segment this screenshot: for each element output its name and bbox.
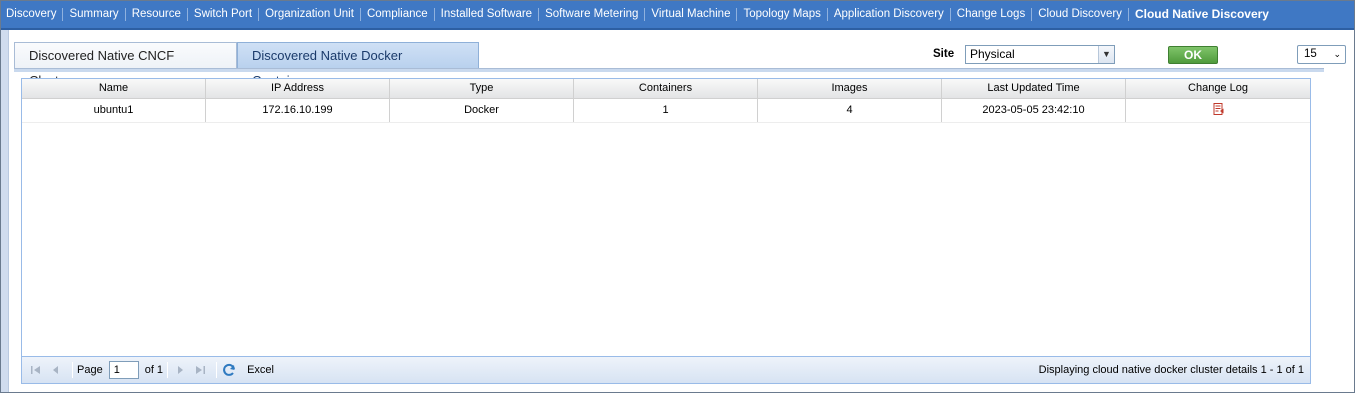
cell-containers: 1	[574, 99, 758, 122]
column-header-containers[interactable]: Containers	[574, 79, 758, 99]
left-panel-edge	[1, 30, 9, 392]
site-label: Site	[933, 48, 955, 60]
cell-images: 4	[758, 99, 942, 122]
nav-software-metering[interactable]: Software Metering	[538, 8, 644, 21]
page-size-select[interactable]: 15 ⌄	[1297, 45, 1346, 64]
tab-docker-containers[interactable]: Discovered Native Docker Containers	[237, 42, 479, 88]
nav-discovery[interactable]: Discovery	[6, 8, 62, 21]
change-log-icon[interactable]	[1213, 103, 1224, 115]
chevron-down-icon: ▼	[1098, 46, 1114, 63]
column-header-last-updated-time[interactable]: Last Updated Time	[942, 79, 1126, 99]
page-number-input[interactable]: 1	[108, 361, 139, 379]
cell-change-log	[1126, 99, 1310, 122]
nav-summary[interactable]: Summary	[62, 8, 124, 21]
top-navigation: Discovery Summary Resource Switch Port O…	[1, 1, 1354, 30]
toolbar-separator	[72, 362, 73, 378]
column-header-change-log[interactable]: Change Log	[1126, 79, 1310, 99]
last-page-icon[interactable]	[192, 362, 208, 378]
nav-cloud-native-discovery[interactable]: Cloud Native Discovery	[1127, 8, 1275, 21]
cell-type: Docker	[390, 99, 574, 122]
paging-toolbar: Page 1 of 1 Excel Displaying cloud nativ…	[22, 356, 1310, 383]
cell-ip-address: 172.16.10.199	[206, 99, 390, 122]
column-header-images[interactable]: Images	[758, 79, 942, 99]
nav-resource[interactable]: Resource	[124, 8, 187, 21]
chevron-down-icon: ⌄	[1333, 49, 1341, 59]
cell-name: ubuntu1	[22, 99, 206, 122]
toolbar-separator	[167, 362, 169, 378]
nav-application-discovery[interactable]: Application Discovery	[826, 8, 950, 21]
page-size-value: 15	[1304, 48, 1317, 60]
tab-strip-divider	[14, 68, 1324, 72]
site-select[interactable]: Physical ▼	[965, 45, 1115, 64]
column-header-type[interactable]: Type	[390, 79, 574, 99]
nav-change-logs[interactable]: Change Logs	[949, 8, 1031, 21]
table-row[interactable]: ubuntu1 172.16.10.199 Docker 1 4 2023-05…	[22, 99, 1310, 123]
docker-containers-grid: Name IP Address Type Containers Images L…	[21, 78, 1311, 384]
nav-cloud-discovery[interactable]: Cloud Discovery	[1031, 8, 1128, 21]
first-page-icon[interactable]	[28, 362, 44, 378]
site-select-value: Physical	[970, 47, 1015, 61]
tab-cncf-clusters[interactable]: Discovered Native CNCF Clusters	[14, 42, 237, 88]
previous-page-icon[interactable]	[48, 362, 64, 378]
column-header-name[interactable]: Name	[22, 79, 206, 99]
column-header-ip-address[interactable]: IP Address	[206, 79, 390, 99]
toolbar-separator	[216, 362, 218, 378]
nav-installed-software[interactable]: Installed Software	[433, 8, 538, 21]
page-label: Page	[77, 364, 103, 376]
ok-button[interactable]: OK	[1168, 46, 1218, 64]
nav-virtual-machine[interactable]: Virtual Machine	[644, 8, 736, 21]
main-content: Discovered Native CNCF Clusters Discover…	[10, 30, 1354, 392]
cell-last-updated-time: 2023-05-05 23:42:10	[942, 99, 1126, 122]
nav-switch-port[interactable]: Switch Port	[186, 8, 258, 21]
next-page-icon[interactable]	[172, 362, 188, 378]
nav-compliance[interactable]: Compliance	[359, 8, 434, 21]
grid-header: Name IP Address Type Containers Images L…	[22, 79, 1310, 99]
app-window: Discovery Summary Resource Switch Port O…	[0, 0, 1355, 393]
nav-topology-maps[interactable]: Topology Maps	[736, 8, 826, 21]
refresh-icon[interactable]	[221, 362, 237, 378]
excel-export-button[interactable]: Excel	[247, 364, 274, 376]
paging-display-message: Displaying cloud native docker cluster d…	[1038, 364, 1304, 376]
nav-organization-unit[interactable]: Organization Unit	[258, 8, 360, 21]
page-count-label: of 1	[144, 364, 164, 376]
